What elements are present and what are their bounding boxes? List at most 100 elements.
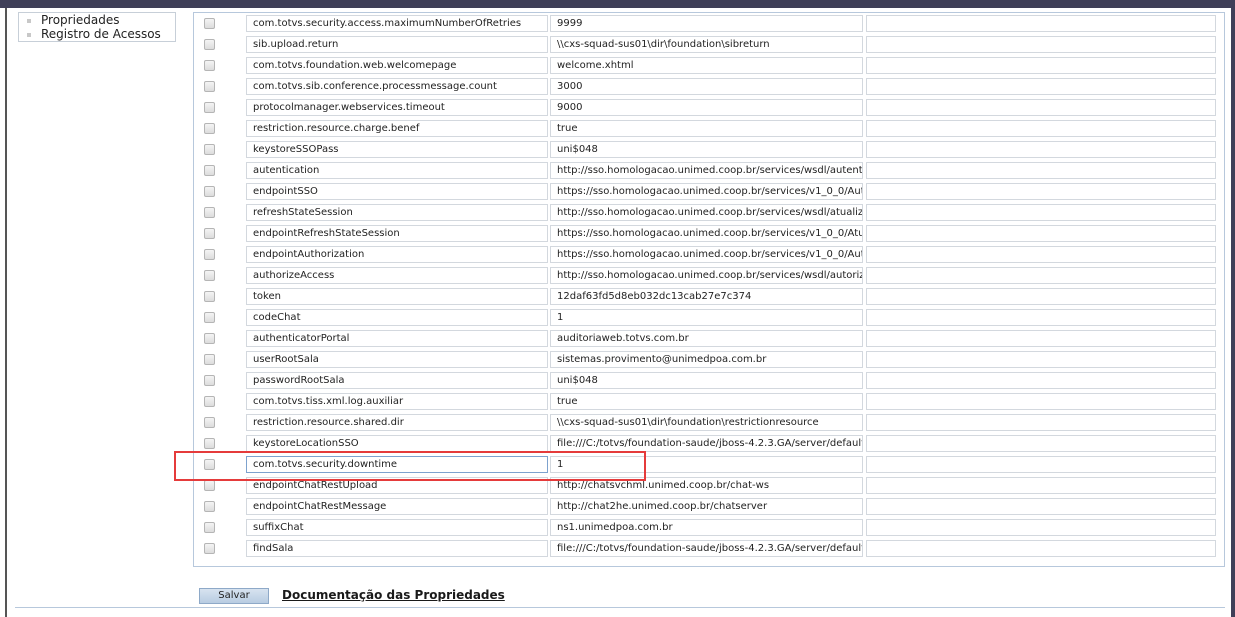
property-key-input[interactable]: com.totvs.foundation.web.welcomepage (246, 57, 548, 74)
row-select-checkbox[interactable] (204, 102, 215, 113)
property-description-input[interactable] (866, 309, 1216, 326)
sidebar-item-registro-de-acessos[interactable]: Registro de Acessos (19, 27, 175, 41)
property-value-input[interactable]: file:///C:/totvs/foundation-saude/jboss-… (550, 540, 863, 557)
property-value-input[interactable]: 9999 (550, 15, 863, 32)
row-select-checkbox[interactable] (204, 396, 215, 407)
property-description-input[interactable] (866, 456, 1216, 473)
property-description-input[interactable] (866, 519, 1216, 536)
property-key-input[interactable]: endpointRefreshStateSession (246, 225, 548, 242)
property-value-input[interactable]: true (550, 393, 863, 410)
property-key-input[interactable]: sib.upload.return (246, 36, 548, 53)
property-value-input[interactable]: sistemas.provimento@unimedpoa.com.br (550, 351, 863, 368)
property-description-input[interactable] (866, 498, 1216, 515)
property-description-input[interactable] (866, 57, 1216, 74)
property-value-input[interactable]: https://sso.homologacao.unimed.coop.br/s… (550, 225, 863, 242)
property-description-input[interactable] (866, 351, 1216, 368)
save-button[interactable]: Salvar (199, 588, 269, 604)
property-key-input[interactable]: restriction.resource.charge.benef (246, 120, 548, 137)
property-value-input[interactable]: uni$048 (550, 372, 863, 389)
property-key-input[interactable]: endpointAuthorization (246, 246, 548, 263)
property-description-input[interactable] (866, 330, 1216, 347)
row-select-checkbox[interactable] (204, 354, 215, 365)
property-description-input[interactable] (866, 246, 1216, 263)
property-description-input[interactable] (866, 435, 1216, 452)
property-description-input[interactable] (866, 99, 1216, 116)
row-select-checkbox[interactable] (204, 18, 215, 29)
property-value-input[interactable]: auditoriaweb.totvs.com.br (550, 330, 863, 347)
row-select-checkbox[interactable] (204, 459, 215, 470)
property-value-input[interactable]: http://sso.homologacao.unimed.coop.br/se… (550, 162, 863, 179)
property-key-input[interactable]: endpointSSO (246, 183, 548, 200)
property-key-input[interactable]: refreshStateSession (246, 204, 548, 221)
row-select-checkbox[interactable] (204, 333, 215, 344)
property-value-input[interactable]: \\cxs-squad-sus01\dir\foundation\restric… (550, 414, 863, 431)
property-description-input[interactable] (866, 288, 1216, 305)
row-select-checkbox[interactable] (204, 249, 215, 260)
property-key-input[interactable]: keystoreLocationSSO (246, 435, 548, 452)
property-value-input[interactable]: 3000 (550, 78, 863, 95)
property-value-input[interactable]: http://sso.homologacao.unimed.coop.br/se… (550, 267, 863, 284)
property-value-input[interactable]: http://chat2he.unimed.coop.br/chatserver (550, 498, 863, 515)
property-description-input[interactable] (866, 414, 1216, 431)
property-description-input[interactable] (866, 78, 1216, 95)
row-select-checkbox[interactable] (204, 207, 215, 218)
property-value-input[interactable]: \\cxs-squad-sus01\dir\foundation\sibretu… (550, 36, 863, 53)
property-value-input[interactable]: https://sso.homologacao.unimed.coop.br/s… (550, 246, 863, 263)
property-description-input[interactable] (866, 540, 1216, 557)
row-select-checkbox[interactable] (204, 270, 215, 281)
property-description-input[interactable] (866, 204, 1216, 221)
row-select-checkbox[interactable] (204, 165, 215, 176)
property-description-input[interactable] (866, 120, 1216, 137)
row-select-checkbox[interactable] (204, 228, 215, 239)
property-key-input[interactable]: protocolmanager.webservices.timeout (246, 99, 548, 116)
row-select-checkbox[interactable] (204, 144, 215, 155)
property-description-input[interactable] (866, 267, 1216, 284)
property-value-input[interactable]: uni$048 (550, 141, 863, 158)
property-value-input[interactable]: ns1.unimedpoa.com.br (550, 519, 863, 536)
row-select-checkbox[interactable] (204, 123, 215, 134)
property-value-input[interactable]: 1 (550, 456, 863, 473)
property-key-input[interactable]: suffixChat (246, 519, 548, 536)
row-select-checkbox[interactable] (204, 417, 215, 428)
property-value-input[interactable]: https://sso.homologacao.unimed.coop.br/s… (550, 183, 863, 200)
property-key-input[interactable]: codeChat (246, 309, 548, 326)
row-select-checkbox[interactable] (204, 186, 215, 197)
property-key-input[interactable]: com.totvs.security.downtime (246, 456, 548, 473)
property-key-input[interactable]: endpointChatRestMessage (246, 498, 548, 515)
row-select-checkbox[interactable] (204, 60, 215, 71)
property-description-input[interactable] (866, 393, 1216, 410)
property-description-input[interactable] (866, 15, 1216, 32)
row-select-checkbox[interactable] (204, 39, 215, 50)
property-key-input[interactable]: authenticatorPortal (246, 330, 548, 347)
property-value-input[interactable]: true (550, 120, 863, 137)
row-select-checkbox[interactable] (204, 312, 215, 323)
property-value-input[interactable]: 9000 (550, 99, 863, 116)
property-value-input[interactable]: http://sso.homologacao.unimed.coop.br/se… (550, 204, 863, 221)
property-key-input[interactable]: com.totvs.tiss.xml.log.auxiliar (246, 393, 548, 410)
property-value-input[interactable]: 12daf63fd5d8eb032dc13cab27e7c374 (550, 288, 863, 305)
property-value-input[interactable]: file:///C:/totvs/foundation-saude/jboss-… (550, 435, 863, 452)
property-key-input[interactable]: com.totvs.security.access.maximumNumberO… (246, 15, 548, 32)
property-value-input[interactable]: 1 (550, 309, 863, 326)
property-key-input[interactable]: com.totvs.sib.conference.processmessage.… (246, 78, 548, 95)
row-select-checkbox[interactable] (204, 543, 215, 554)
property-key-input[interactable]: findSala (246, 540, 548, 557)
row-select-checkbox[interactable] (204, 81, 215, 92)
row-select-checkbox[interactable] (204, 480, 215, 491)
property-description-input[interactable] (866, 372, 1216, 389)
property-key-input[interactable]: autentication (246, 162, 548, 179)
property-key-input[interactable]: userRootSala (246, 351, 548, 368)
property-description-input[interactable] (866, 141, 1216, 158)
property-key-input[interactable]: token (246, 288, 548, 305)
property-description-input[interactable] (866, 225, 1216, 242)
property-description-input[interactable] (866, 36, 1216, 53)
property-description-input[interactable] (866, 162, 1216, 179)
property-key-input[interactable]: authorizeAccess (246, 267, 548, 284)
property-key-input[interactable]: passwordRootSala (246, 372, 548, 389)
row-select-checkbox[interactable] (204, 501, 215, 512)
property-value-input[interactable]: welcome.xhtml (550, 57, 863, 74)
row-select-checkbox[interactable] (204, 375, 215, 386)
row-select-checkbox[interactable] (204, 438, 215, 449)
row-select-checkbox[interactable] (204, 291, 215, 302)
property-description-input[interactable] (866, 477, 1216, 494)
